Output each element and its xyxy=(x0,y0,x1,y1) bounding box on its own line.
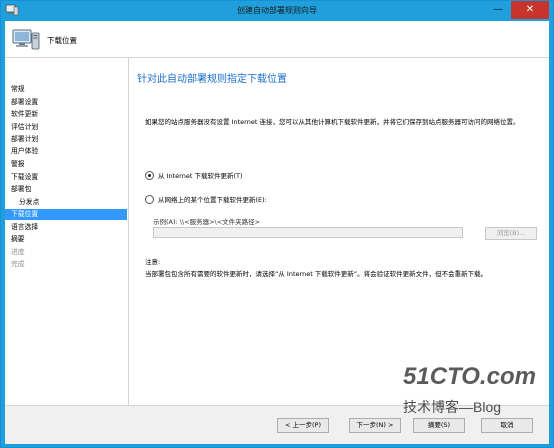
sidebar-item-distribution-points[interactable]: 分发点 xyxy=(5,197,127,208)
previous-button[interactable]: < 上一步(P) xyxy=(277,418,329,433)
network-path-input[interactable] xyxy=(153,227,463,238)
option-internet-label: 从 Internet 下载软件更新(T) xyxy=(158,172,243,180)
sidebar-item-completion: 完成 xyxy=(11,260,25,268)
wizard-window: 创建自动部署规则向导 — ✕ 下载位置 常规 部署设置 软件更新 评估计划 部署… xyxy=(0,0,554,448)
wizard-sidebar: 常规 部署设置 软件更新 评估计划 部署计划 用户体验 警报 下载设置 部署包 … xyxy=(5,58,129,405)
note-label: 注意: xyxy=(145,258,161,266)
minimize-button[interactable]: — xyxy=(487,1,509,19)
window-title: 创建自动部署规则向导 xyxy=(237,6,317,15)
note-text: 当部署包包含所有需要的软件更新时，请选择“从 Internet 下载软件更新”。… xyxy=(145,270,488,278)
wizard-header: 下载位置 xyxy=(5,21,549,58)
radio-internet[interactable] xyxy=(145,171,154,180)
site-watermark: 51CTO.com 技术博客—Blog xyxy=(393,363,543,433)
sidebar-item-deployment-settings[interactable]: 部署设置 xyxy=(5,97,127,108)
page-title: 下载位置 xyxy=(47,36,77,45)
sidebar-item-language-selection[interactable]: 语言选择 xyxy=(5,222,127,233)
sidebar-item-download-settings[interactable]: 下载设置 xyxy=(5,172,127,183)
sidebar-item-deployment-package[interactable]: 部署包 xyxy=(5,184,127,195)
option-download-network[interactable]: 从网络上的某个位置下载软件更新(E): xyxy=(145,195,267,205)
sidebar-item-summary[interactable]: 摘要 xyxy=(5,234,127,245)
sidebar-item-alerts[interactable]: 警报 xyxy=(5,159,127,170)
content-heading: 针对此自动部署规则指定下载位置 xyxy=(137,74,287,85)
watermark-blog: 技术博客—Blog xyxy=(403,399,502,415)
option-network-label: 从网络上的某个位置下载软件更新(E): xyxy=(158,196,267,204)
sidebar-item-software-updates[interactable]: 软件更新 xyxy=(5,109,127,120)
close-button[interactable]: ✕ xyxy=(511,1,549,19)
radio-network[interactable] xyxy=(145,195,154,204)
computer-icon xyxy=(12,29,40,50)
sidebar-item-general[interactable]: 常规 xyxy=(5,84,127,95)
wizard-content: 针对此自动部署规则指定下载位置 如果您的站点服务器没有设置 Internet 连… xyxy=(129,58,549,405)
description-text: 如果您的站点服务器没有设置 Internet 连接，您可以从其他计算机下载软件更… xyxy=(145,118,520,126)
sidebar-item-download-location[interactable]: 下载位置 xyxy=(5,209,127,220)
sidebar-item-progress: 进度 xyxy=(11,248,25,256)
watermark-site: 51CTO.com xyxy=(403,363,536,390)
title-bar[interactable]: 创建自动部署规则向导 — ✕ xyxy=(1,1,553,21)
browse-button[interactable]: 浏览(B)... xyxy=(485,227,537,240)
sidebar-item-user-experience[interactable]: 用户体验 xyxy=(5,146,127,157)
example-path-text: 示例(A): \\<服务器>\<文件夹路径> xyxy=(153,218,261,226)
sidebar-item-evaluation-schedule[interactable]: 评估计划 xyxy=(5,122,127,133)
sidebar-item-deployment-schedule[interactable]: 部署计划 xyxy=(5,134,127,145)
option-download-internet[interactable]: 从 Internet 下载软件更新(T) xyxy=(145,171,242,181)
